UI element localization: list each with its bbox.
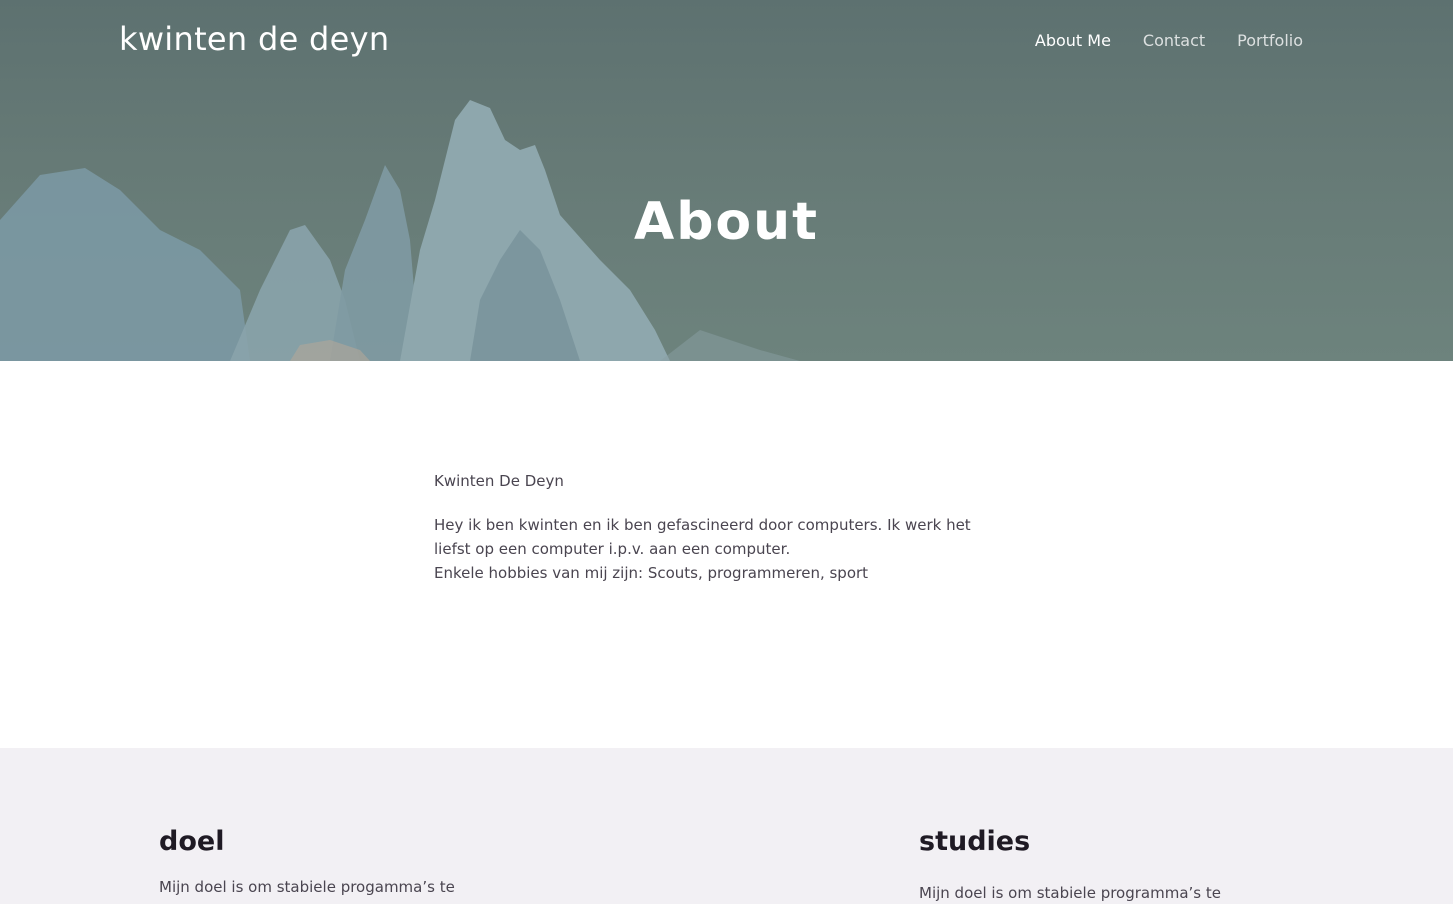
about-bio: Hey ik ben kwinten en ik ben gefascineer… <box>434 513 994 585</box>
about-bio-line1: Hey ik ben kwinten en ik ben gefascineer… <box>434 516 971 558</box>
about-section: Kwinten De Deyn Hey ik ben kwinten en ik… <box>0 361 1453 748</box>
main-nav: About Me Contact Portfolio <box>1035 31 1303 50</box>
site-title[interactable]: kwinten de deyn <box>119 20 389 58</box>
doel-heading: doel <box>159 826 225 857</box>
about-content: Kwinten De Deyn Hey ik ben kwinten en ik… <box>434 469 994 585</box>
studies-text: Mijn doel is om stabiele programma’s te <box>919 884 1221 902</box>
doel-column: doel Mijn doel is om stabiele progamma’s… <box>159 826 499 899</box>
nav-about-me[interactable]: About Me <box>1035 31 1111 50</box>
studies-heading: studies <box>919 826 1031 857</box>
nav-portfolio[interactable]: Portfolio <box>1237 31 1303 50</box>
page-title: About <box>633 192 820 252</box>
info-section: doel Mijn doel is om stabiele progamma’s… <box>0 748 1453 904</box>
nav-contact[interactable]: Contact <box>1143 31 1205 50</box>
hero-banner: kwinten de deyn About Me Contact Portfol… <box>0 0 1453 361</box>
studies-column: studies Mijn doel is om stabiele program… <box>919 826 1259 904</box>
about-name: Kwinten De Deyn <box>434 472 564 490</box>
doel-text: Mijn doel is om stabiele progamma’s te <box>159 878 455 896</box>
about-bio-line2: Enkele hobbies van mij zijn: Scouts, pro… <box>434 564 869 582</box>
